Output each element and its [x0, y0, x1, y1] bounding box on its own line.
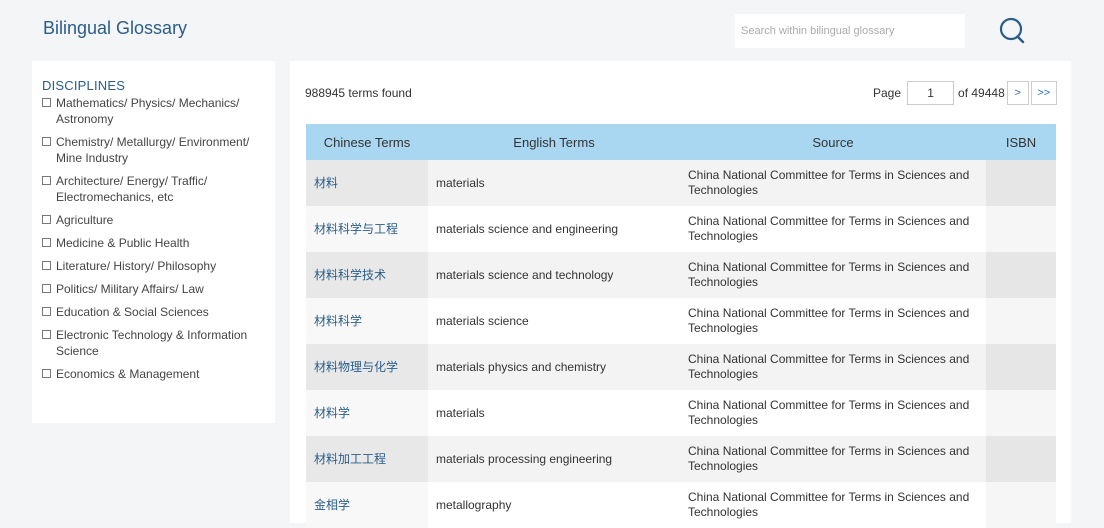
- english-term: materials science and engineering: [428, 206, 680, 252]
- chinese-term-link[interactable]: 材料科学技术: [306, 252, 428, 298]
- discipline-label: Medicine & Public Health: [56, 236, 190, 250]
- chinese-term-link[interactable]: 材料加工工程: [306, 436, 428, 482]
- discipline-checkbox[interactable]: [42, 238, 51, 247]
- english-term: materials processing engineering: [428, 436, 680, 482]
- total-pages-label: of 49448: [958, 86, 1005, 100]
- english-term: materials: [428, 160, 680, 206]
- discipline-item[interactable]: Mathematics/ Physics/ Mechanics/ Astrono…: [42, 95, 267, 127]
- discipline-item[interactable]: Politics/ Military Affairs/ Law: [42, 281, 267, 297]
- next-page-button[interactable]: >: [1006, 81, 1029, 105]
- english-term: materials: [428, 390, 680, 436]
- search-input[interactable]: [735, 14, 965, 48]
- table-row: 材料加工工程 materials processing engineering …: [306, 436, 1056, 482]
- discipline-checkbox[interactable]: [42, 284, 51, 293]
- discipline-checkbox[interactable]: [42, 369, 51, 378]
- discipline-label: Architecture/ Energy/ Traffic/ Electrome…: [56, 174, 208, 204]
- source: China National Committee for Terms in Sc…: [680, 160, 986, 206]
- discipline-label: Literature/ History/ Philosophy: [56, 259, 217, 273]
- column-header-source[interactable]: Source: [680, 124, 986, 160]
- discipline-item[interactable]: Chemistry/ Metallurgy/ Environment/ Mine…: [42, 134, 267, 166]
- discipline-checkbox[interactable]: [42, 176, 51, 185]
- source: China National Committee for Terms in Sc…: [680, 344, 986, 390]
- results-table: Chinese Terms English Terms Source ISBN …: [306, 124, 1056, 528]
- discipline-item[interactable]: Literature/ History/ Philosophy: [42, 258, 267, 274]
- discipline-checkbox[interactable]: [42, 215, 51, 224]
- discipline-label: Politics/ Military Affairs/ Law: [56, 282, 204, 296]
- page-title: Bilingual Glossary: [43, 18, 188, 38]
- discipline-label: Electronic Technology & Information Scie…: [56, 328, 248, 358]
- table-row: 材料科学技术 materials science and technology …: [306, 252, 1056, 298]
- column-header-english[interactable]: English Terms: [428, 124, 680, 160]
- discipline-checkbox[interactable]: [42, 98, 51, 107]
- results-panel: 988945 terms found Page of 49448 > >> Ch…: [290, 61, 1071, 528]
- isbn: [986, 298, 1056, 344]
- chinese-term-link[interactable]: 材料科学: [306, 298, 428, 344]
- source: China National Committee for Terms in Sc…: [680, 206, 986, 252]
- discipline-item[interactable]: Agriculture: [42, 212, 267, 228]
- last-page-button[interactable]: >>: [1030, 81, 1057, 105]
- column-header-chinese[interactable]: Chinese Terms: [306, 124, 428, 160]
- isbn: [986, 252, 1056, 298]
- sidebar-title: DISCIPLINES: [42, 78, 126, 93]
- discipline-item[interactable]: Economics & Management: [42, 366, 267, 382]
- isbn: [986, 482, 1056, 528]
- isbn: [986, 344, 1056, 390]
- table-row: 材料科学与工程 materials science and engineerin…: [306, 206, 1056, 252]
- discipline-checkbox[interactable]: [42, 330, 51, 339]
- isbn: [986, 436, 1056, 482]
- discipline-label: Mathematics/ Physics/ Mechanics/ Astrono…: [56, 96, 240, 126]
- chinese-term-link[interactable]: 材料科学与工程: [306, 206, 428, 252]
- discipline-item[interactable]: Medicine & Public Health: [42, 235, 267, 251]
- disciplines-sidebar: DISCIPLINES Mathematics/ Physics/ Mechan…: [32, 61, 275, 423]
- page-label: Page: [873, 86, 902, 100]
- search-icon: [999, 17, 1025, 44]
- discipline-item[interactable]: Electronic Technology & Information Scie…: [42, 327, 267, 359]
- discipline-item[interactable]: Education & Social Sciences: [42, 304, 267, 320]
- source: China National Committee for Terms in Sc…: [680, 390, 986, 436]
- isbn: [986, 206, 1056, 252]
- discipline-label: Education & Social Sciences: [56, 305, 209, 319]
- table-header-row: Chinese Terms English Terms Source ISBN: [306, 124, 1056, 160]
- isbn: [986, 160, 1056, 206]
- discipline-label: Agriculture: [56, 213, 114, 227]
- english-term: materials physics and chemistry: [428, 344, 680, 390]
- column-header-isbn[interactable]: ISBN: [986, 124, 1056, 160]
- chinese-term-link[interactable]: 材料物理与化学: [306, 344, 428, 390]
- table-row: 金相学 metallography China National Committ…: [306, 482, 1056, 528]
- page-number-input[interactable]: [907, 81, 955, 105]
- chinese-term-link[interactable]: 材料: [306, 160, 428, 206]
- english-term: materials science and technology: [428, 252, 680, 298]
- source: China National Committee for Terms in Sc…: [680, 298, 986, 344]
- discipline-label: Chemistry/ Metallurgy/ Environment/ Mine…: [56, 135, 250, 165]
- chinese-term-link[interactable]: 材料学: [306, 390, 428, 436]
- source: China National Committee for Terms in Sc…: [680, 252, 986, 298]
- discipline-label: Economics & Management: [56, 367, 200, 381]
- source: China National Committee for Terms in Sc…: [680, 436, 986, 482]
- discipline-checkbox[interactable]: [42, 137, 51, 146]
- table-row: 材料学 materials China National Committee f…: [306, 390, 1056, 436]
- table-row: 材料物理与化学 materials physics and chemistry …: [306, 344, 1056, 390]
- search-button[interactable]: [997, 16, 1027, 46]
- discipline-checkbox[interactable]: [42, 307, 51, 316]
- source: China National Committee for Terms in Sc…: [680, 482, 986, 528]
- chinese-term-link[interactable]: 金相学: [306, 482, 428, 528]
- table-row: 材料科学 materials science China National Co…: [306, 298, 1056, 344]
- english-term: metallography: [428, 482, 680, 528]
- english-term: materials science: [428, 298, 680, 344]
- results-count: 988945 terms found: [305, 86, 412, 100]
- discipline-list: Mathematics/ Physics/ Mechanics/ Astrono…: [42, 95, 275, 382]
- discipline-item[interactable]: Architecture/ Energy/ Traffic/ Electrome…: [42, 173, 267, 205]
- isbn: [986, 390, 1056, 436]
- discipline-checkbox[interactable]: [42, 261, 51, 270]
- table-row: 材料 materials China National Committee fo…: [306, 160, 1056, 206]
- pagination: Page of 49448 > >>: [873, 81, 1057, 105]
